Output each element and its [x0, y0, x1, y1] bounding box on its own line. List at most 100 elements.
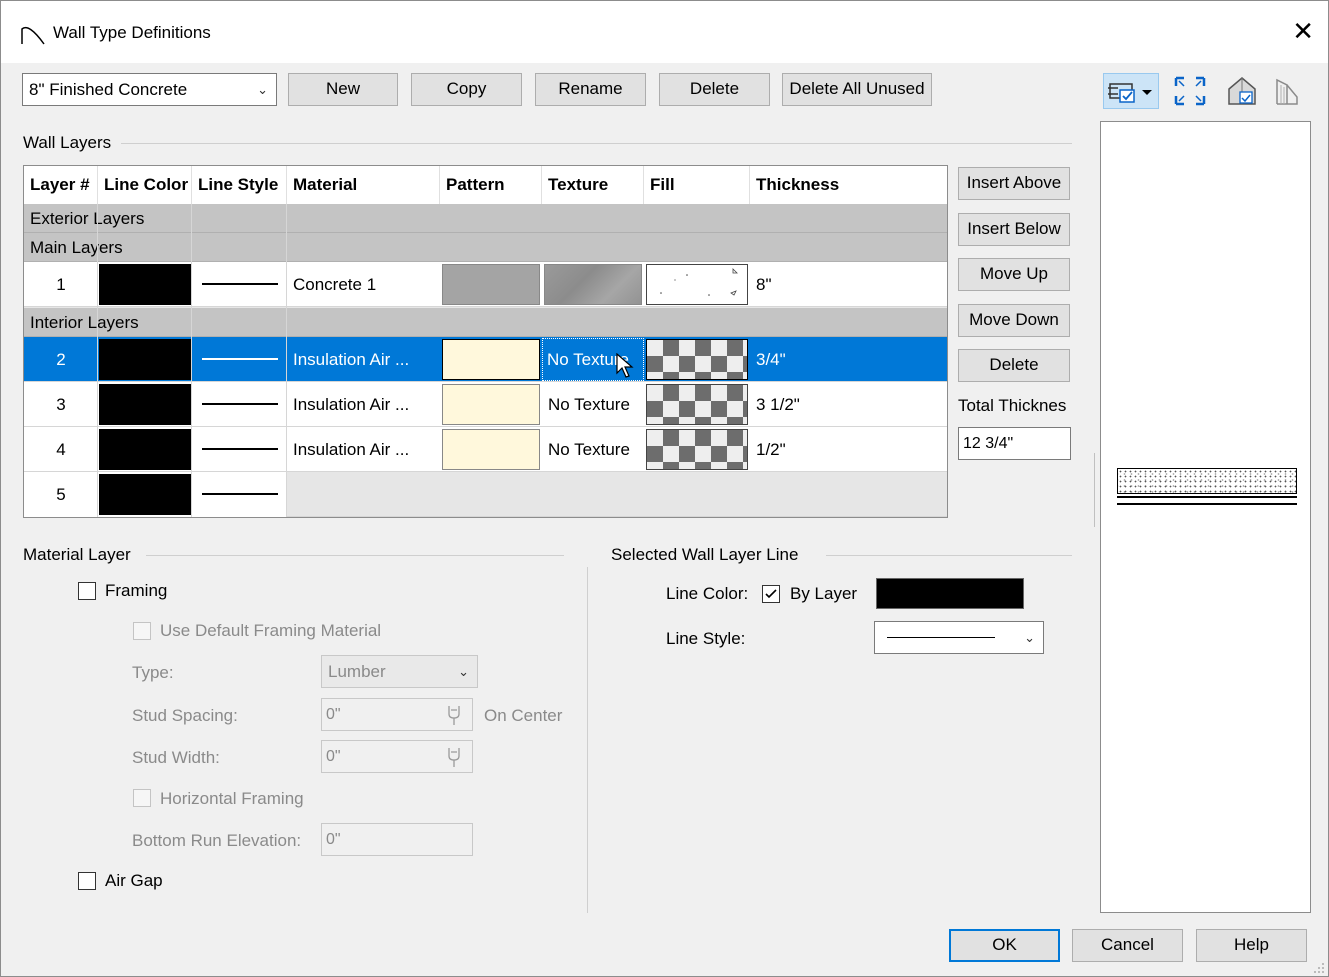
layer-number: 4	[56, 440, 66, 459]
line-color-swatch[interactable]	[99, 264, 191, 305]
type-label: Type:	[132, 663, 174, 682]
material-cell[interactable]: Insulation Air ...	[287, 427, 440, 472]
material-cell[interactable]: Insulation Air ...	[287, 337, 440, 382]
total-thickness-field[interactable]: 12 3/4"	[958, 427, 1071, 460]
insulation-layer-line-preview	[1117, 496, 1297, 498]
texture-cell[interactable]: No Texture	[542, 427, 644, 472]
bottom-run-elevation-field[interactable]: 0"	[321, 823, 473, 856]
framing-type-select[interactable]: Lumber ⌄	[321, 655, 478, 688]
line-style-sample[interactable]	[202, 448, 278, 450]
stud-width-field[interactable]: 0"	[321, 740, 473, 773]
material-cell[interactable]: Concrete 1	[287, 262, 440, 307]
use-default-framing-label: Use Default Framing Material	[160, 621, 382, 640]
horizontal-framing-checkbox[interactable]	[133, 789, 151, 807]
rename-button[interactable]: Rename	[535, 73, 646, 106]
calculator-icon[interactable]	[444, 704, 464, 726]
stud-spacing-field[interactable]: 0"	[321, 698, 473, 731]
table-row-4[interactable]: 4 Insulation Air ... No Texture 1/2"	[24, 427, 947, 472]
delete-layer-button[interactable]: Delete	[958, 349, 1070, 382]
col-texture[interactable]: Texture	[542, 166, 644, 204]
pattern-swatch[interactable]	[442, 264, 540, 305]
col-pattern[interactable]: Pattern	[440, 166, 542, 204]
table-row-1[interactable]: 1 Concrete 1 8"	[24, 262, 947, 307]
table-row-5[interactable]: 5	[24, 472, 947, 517]
wall-type-selected-value: 8" Finished Concrete	[29, 80, 188, 99]
line-color-swatch[interactable]	[99, 429, 191, 470]
texture-cell[interactable]: No Texture	[542, 382, 644, 427]
cancel-button[interactable]: Cancel	[1072, 929, 1183, 962]
checkmark-icon	[765, 589, 777, 599]
line-style-sample[interactable]	[202, 283, 278, 285]
concrete-layer-preview	[1117, 468, 1297, 494]
wall-preview-pane	[1100, 121, 1311, 913]
fill-swatch-checker[interactable]	[646, 339, 748, 380]
line-color-swatch[interactable]	[99, 384, 191, 425]
elevation-view-icon[interactable]	[1267, 73, 1305, 109]
pattern-swatch[interactable]	[442, 429, 540, 470]
thickness-cell[interactable]: 1/2"	[750, 427, 930, 472]
move-up-button[interactable]: Move Up	[958, 258, 1070, 291]
material-cell[interactable]: Insulation Air ...	[287, 382, 440, 427]
ok-button[interactable]: OK	[949, 929, 1060, 962]
3d-view-icon[interactable]	[1223, 73, 1261, 109]
material-layer-label: Material Layer	[23, 545, 137, 565]
line-style-sample[interactable]	[202, 493, 278, 495]
wall-type-select[interactable]: 8" Finished Concrete ⌄	[22, 73, 277, 106]
thickness-cell[interactable]: 3/4"	[750, 337, 930, 382]
texture-swatch[interactable]	[544, 264, 642, 305]
pattern-swatch[interactable]	[442, 384, 540, 425]
insert-above-button[interactable]: Insert Above	[958, 167, 1070, 200]
close-icon[interactable]: ✕	[1292, 17, 1314, 45]
line-style-select[interactable]: ⌄	[874, 621, 1044, 654]
col-line-color[interactable]: Line Color	[98, 166, 192, 204]
col-material[interactable]: Material	[287, 166, 440, 204]
by-layer-checkbox[interactable]	[762, 585, 780, 603]
section-exterior-layers: Exterior Layers	[24, 204, 947, 233]
layer-number: 2	[56, 350, 66, 369]
resize-grip-icon[interactable]	[1312, 961, 1326, 975]
calculator-icon[interactable]	[444, 746, 464, 768]
thickness-cell[interactable]: 8"	[750, 262, 930, 307]
total-thickness-label: Total Thicknes	[958, 396, 1067, 415]
insert-below-button[interactable]: Insert Below	[958, 213, 1070, 246]
col-line-style[interactable]: Line Style	[192, 166, 287, 204]
delete-all-unused-button[interactable]: Delete All Unused	[782, 73, 932, 106]
delete-wall-type-button[interactable]: Delete	[659, 73, 770, 106]
line-color-label: Line Color:	[666, 584, 749, 603]
line-style-sample[interactable]	[202, 403, 278, 405]
new-button[interactable]: New	[288, 73, 398, 106]
splitter-handle[interactable]	[1094, 453, 1095, 527]
line-color-swatch[interactable]	[99, 339, 191, 380]
air-gap-checkbox[interactable]	[78, 872, 96, 890]
section-interior-layers: Interior Layers	[24, 308, 947, 337]
thickness-cell[interactable]: 3 1/2"	[750, 382, 930, 427]
fill-window-icon[interactable]	[1171, 73, 1209, 109]
fill-swatch-checker[interactable]	[646, 384, 748, 425]
framing-checkbox[interactable]	[78, 582, 96, 600]
fill-swatch-concrete[interactable]	[646, 264, 748, 305]
line-style-sample[interactable]	[202, 358, 278, 360]
col-fill[interactable]: Fill	[644, 166, 750, 204]
layer-number: 1	[56, 275, 66, 294]
col-layer-num[interactable]: Layer #	[24, 166, 98, 204]
fill-swatch-checker[interactable]	[646, 429, 748, 470]
table-row-3[interactable]: 3 Insulation Air ... No Texture 3 1/2"	[24, 382, 947, 427]
table-row-2-selected[interactable]: 2 Insulation Air ... No Texture 3/4"	[24, 337, 947, 382]
section-main-layers: Main Layers	[24, 233, 947, 262]
stud-spacing-value: 0"	[326, 706, 341, 723]
line-color-swatch-button[interactable]	[876, 578, 1024, 609]
interior-layer-line-preview	[1117, 503, 1297, 505]
stud-width-value: 0"	[326, 748, 341, 765]
line-color-swatch[interactable]	[99, 474, 191, 515]
help-button[interactable]: Help	[1196, 929, 1307, 962]
move-down-button[interactable]: Move Down	[958, 304, 1070, 337]
col-thickness[interactable]: Thickness	[750, 166, 947, 204]
line-style-label: Line Style:	[666, 629, 746, 648]
display-options-dropdown[interactable]	[1103, 73, 1159, 109]
chevron-down-icon: ⌄	[458, 664, 469, 679]
group-separator	[587, 567, 588, 913]
copy-button[interactable]: Copy	[411, 73, 522, 106]
use-default-framing-checkbox[interactable]	[133, 622, 151, 640]
pattern-swatch[interactable]	[442, 339, 540, 380]
table-header: Layer # Line Color Line Style Material P…	[24, 166, 947, 204]
